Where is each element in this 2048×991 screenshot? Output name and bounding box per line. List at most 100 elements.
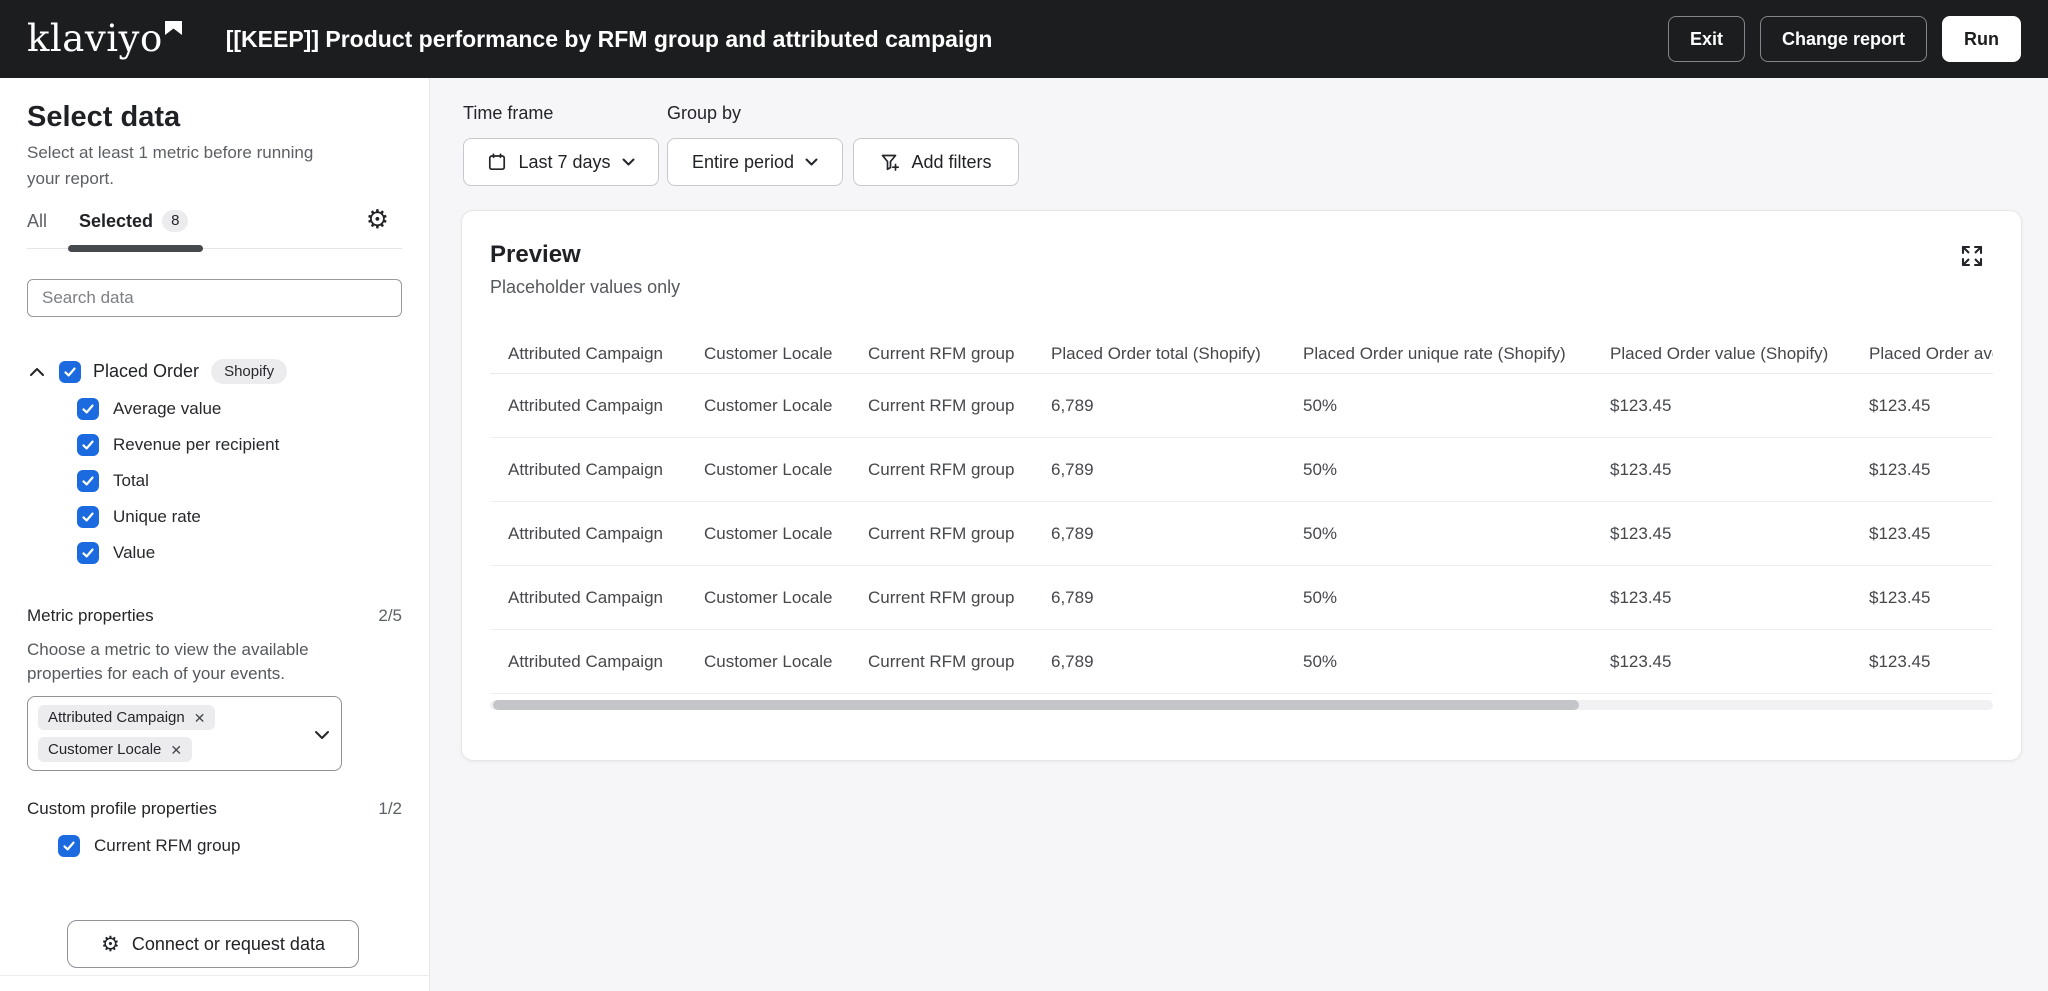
select-data-panel: Select data Select at least 1 metric bef… [0,78,430,991]
column-header: Placed Order value (Shopify) [1592,344,1851,364]
filter-plus-icon [880,152,900,172]
table-cell: Attributed Campaign [490,524,686,544]
time-frame-label: Time frame [463,103,553,124]
table-row: Attributed Campaign Customer Locale Curr… [490,438,1993,502]
metric-properties-label: Metric properties [27,606,154,626]
chip-close-icon[interactable]: ✕ [170,743,182,757]
chip-label: Customer Locale [48,741,161,758]
table-header-row: Attributed Campaign Customer Locale Curr… [490,334,1993,374]
metric-group-label: Placed Order [93,361,199,382]
table-cell: Customer Locale [686,588,850,608]
search-input[interactable] [27,279,402,317]
profile-property-current-rfm-group: Current RFM group [58,835,402,857]
table-cell: Current RFM group [850,524,1033,544]
table-cell: $123.45 [1851,588,1993,608]
gear-icon: ⚙ [101,934,120,955]
table-cell: Attributed Campaign [490,652,686,672]
column-header: Customer Locale [686,344,850,364]
metric-properties-multiselect[interactable]: Attributed Campaign ✕ Customer Locale ✕ [27,696,342,771]
checkbox-value[interactable] [77,542,99,564]
custom-profile-properties-label: Custom profile properties [27,799,217,819]
chevron-down-icon [805,158,818,166]
chip-close-icon[interactable]: ✕ [194,711,206,725]
table-cell: Customer Locale [686,460,850,480]
group-by-dropdown[interactable]: Entire period [667,138,843,186]
time-frame-value: Last 7 days [518,152,610,173]
panel-subtitle: Select at least 1 metric before running … [27,140,349,192]
add-filters-label: Add filters [911,152,991,173]
preview-card: Preview Placeholder values only Attribut… [461,210,2022,761]
column-header: Current RFM group [850,344,1033,364]
table-cell: Attributed Campaign [490,460,686,480]
tab-all[interactable]: All [27,211,47,232]
checkbox-average-value[interactable] [77,398,99,420]
group-by-value: Entire period [692,152,794,173]
table-cell: 6,789 [1033,524,1285,544]
table-cell: $123.45 [1851,396,1993,416]
metric-properties-header: Metric properties 2/5 [27,606,402,626]
exit-button[interactable]: Exit [1668,16,1745,62]
table-cell: Customer Locale [686,396,850,416]
top-bar: klaviyo [[KEEP]] Product performance by … [0,0,2048,78]
connect-button-label: Connect or request data [132,934,325,955]
table-cell: $123.45 [1592,588,1851,608]
chip-attributed-campaign: Attributed Campaign ✕ [38,705,215,730]
table-cell: 50% [1285,396,1592,416]
preview-title: Preview [490,241,1993,269]
checkbox-placed-order[interactable] [59,361,81,383]
check-icon [81,438,95,452]
collapse-chevron-up-icon[interactable] [27,365,47,379]
table-cell: Customer Locale [686,652,850,672]
metric-item-label: Unique rate [113,507,201,527]
table-row: Attributed Campaign Customer Locale Curr… [490,502,1993,566]
checkbox-unique-rate[interactable] [77,506,99,528]
metric-item-label: Value [113,543,155,563]
metric-item-label: Revenue per recipient [113,435,279,455]
run-button[interactable]: Run [1942,16,2021,62]
tab-selected[interactable]: Selected 8 [79,210,188,232]
table-cell: Current RFM group [850,588,1033,608]
klaviyo-flag-icon [165,21,182,36]
horizontal-scrollbar-thumb[interactable] [493,700,1579,710]
expand-icon[interactable] [1959,243,1985,269]
table-cell: 50% [1285,524,1592,544]
metric-properties-count: 2/5 [378,606,402,626]
metric-item-label: Total [113,471,149,491]
metric-group-placed-order: Placed Order Shopify [27,359,402,384]
column-header: Placed Order unique rate (Shopify) [1285,344,1592,364]
check-icon [63,365,77,379]
column-header: Placed Order average value (Shopify) [1851,344,1993,364]
table-cell: 50% [1285,460,1592,480]
table-row: Attributed Campaign Customer Locale Curr… [490,374,1993,438]
metric-properties-description: Choose a metric to view the available pr… [27,638,357,686]
check-icon [81,546,95,560]
table-row: Attributed Campaign Customer Locale Curr… [490,566,1993,630]
table-cell: $123.45 [1592,652,1851,672]
check-icon [62,839,76,853]
table-cell: 6,789 [1033,588,1285,608]
table-row: Attributed Campaign Customer Locale Curr… [490,630,1993,694]
table-cell: Current RFM group [850,396,1033,416]
table-cell: 50% [1285,652,1592,672]
preview-subtitle: Placeholder values only [490,277,1993,298]
horizontal-scrollbar-track[interactable] [490,700,1993,710]
checkbox-total[interactable] [77,470,99,492]
active-tab-indicator [68,245,203,252]
table-cell: 50% [1285,588,1592,608]
table-cell: $123.45 [1851,652,1993,672]
checkbox-revenue-per-recipient[interactable] [77,434,99,456]
chip-label: Attributed Campaign [48,709,185,726]
add-filters-button[interactable]: Add filters [853,138,1019,186]
selected-count-badge: 8 [162,210,188,232]
checkbox-current-rfm-group[interactable] [58,835,80,857]
panel-title: Select data [27,100,402,134]
table-cell: Current RFM group [850,460,1033,480]
table-cell: 6,789 [1033,396,1285,416]
data-tabs: All Selected 8 [27,210,402,249]
report-builder-main: Time frame Group by Last 7 days Entire p… [430,78,2048,991]
time-frame-dropdown[interactable]: Last 7 days [463,138,659,186]
change-report-button[interactable]: Change report [1760,16,1927,62]
klaviyo-wordmark: klaviyo [27,19,163,59]
connect-or-request-data-button[interactable]: ⚙ Connect or request data [67,920,359,968]
chevron-down-icon [622,158,635,166]
